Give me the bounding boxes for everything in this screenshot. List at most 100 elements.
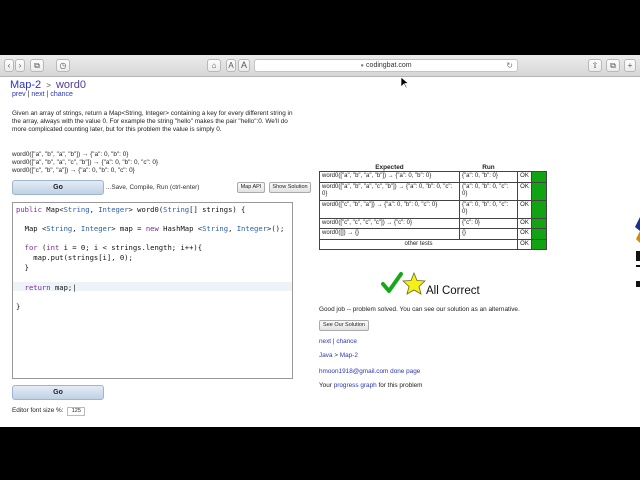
expected-cell: word0(["a", "b", "a", "b"]) → {"a": 0, "…	[319, 171, 460, 183]
show-solution-button[interactable]: Show Solution	[269, 182, 311, 193]
pass-indicator	[531, 199, 547, 219]
table-row: word0([]) → {} {} OK	[319, 228, 547, 240]
reload-icon[interactable]: ↻	[506, 60, 513, 71]
chance-link[interactable]: chance	[50, 91, 73, 98]
history-icon[interactable]: ◷	[56, 59, 70, 72]
breadcrumb: Java > Map-2	[319, 352, 358, 359]
breadcrumb-map2[interactable]: Map-2	[340, 352, 358, 359]
run-cell: {"a": 0, "b": 0, "c": 0}	[459, 181, 518, 201]
back-icon[interactable]: ‹	[4, 59, 14, 72]
pass-indicator	[531, 171, 547, 183]
problem-description: Given an array of strings, return a Map<…	[12, 110, 293, 133]
expected-cell: word0([]) → {}	[319, 228, 460, 240]
nav-separator: |	[332, 338, 335, 345]
sidebar-icon[interactable]: ⧉	[30, 59, 44, 72]
star-icon	[402, 272, 426, 295]
title-separator: >	[46, 81, 51, 90]
progress-prefix: Your	[319, 382, 334, 389]
new-tab-icon[interactable]: +	[624, 59, 636, 72]
all-correct-label: All Correct	[426, 285, 480, 297]
nav-separator: |	[27, 91, 30, 98]
browser-window: ‹ › ⧉ ◷ ⌂ A A ● codingbat.com ↻ ⇧ ⧉ + Map…	[0, 55, 640, 427]
other-tests-cell: other tests	[319, 238, 518, 250]
code-line: public Map<String, Integer> word0(String…	[16, 205, 246, 214]
expected-header: Expected	[319, 164, 460, 172]
expected-cell: word0(["a", "b", "a", "c", "b"]) → {"a":…	[319, 181, 460, 201]
pass-indicator	[531, 181, 547, 201]
run-cell: {"a": 0, "b": 0}	[459, 171, 518, 183]
progress-line: Your progress graph for this problem	[319, 382, 423, 389]
see-solution-button[interactable]: See Our Solution	[319, 320, 369, 331]
status-cell: OK	[517, 238, 532, 250]
table-row: word0(["c", "b", "a"]) → {"a": 0, "b": 0…	[319, 199, 547, 219]
results-table: Expected Run word0(["a", "b", "a", "b"])…	[319, 164, 547, 250]
code-line: Map <String, Integer> map = new HashMap …	[16, 224, 285, 233]
code-line: }	[16, 263, 29, 272]
pass-indicator	[531, 228, 547, 240]
prev-link[interactable]: prev	[12, 91, 26, 98]
run-cell: {}	[459, 228, 518, 240]
pass-indicator	[531, 238, 547, 250]
run-cell: {"c": 0}	[459, 217, 518, 229]
table-row: word0(["c", "c", "c", "c"]) → {"c": 0} {…	[319, 217, 547, 229]
examples: word0(["a", "b", "a", "b"]) → {"a": 0, "…	[12, 151, 158, 175]
font-larger-button[interactable]: A	[238, 59, 250, 72]
code-line: }	[16, 302, 21, 311]
map-api-button[interactable]: Map API	[237, 182, 265, 193]
go-button-bottom[interactable]: Go	[12, 385, 104, 400]
browser-toolbar: ‹ › ⧉ ◷ ⌂ A A ● codingbat.com ↻ ⇧ ⧉ +	[0, 55, 640, 77]
progress-suffix: for this problem	[376, 382, 423, 389]
status-cell: OK	[517, 217, 532, 229]
checkmark-icon	[381, 272, 403, 293]
expected-cell: word0(["c", "b", "a"]) → {"a": 0, "b": 0…	[319, 199, 460, 219]
address-bar[interactable]: ● codingbat.com ↻	[254, 59, 518, 72]
status-cell: OK	[517, 181, 532, 201]
chance-link-bottom[interactable]: chance	[336, 338, 357, 345]
example-line: word0(["c", "b", "a"]) → {"a": 0, "b": 0…	[12, 167, 135, 174]
good-job-message: Good job -- problem solved. You can see …	[319, 306, 520, 313]
breadcrumb-separator: >	[334, 352, 339, 359]
go-button[interactable]: Go	[12, 180, 104, 195]
problem-name: word0	[55, 79, 86, 91]
edge-partial-graphic	[635, 217, 640, 287]
next-link-bottom[interactable]: next	[319, 338, 331, 345]
code-line: for (int i = 0; i < strings.length; i++)…	[24, 243, 203, 252]
forward-icon[interactable]: ›	[15, 59, 25, 72]
next-chance-links: next | chance	[319, 338, 357, 345]
font-size-label: Editor font size %:	[12, 407, 64, 414]
status-cell: OK	[517, 228, 532, 240]
share-icon[interactable]: ⇧	[588, 59, 602, 72]
done-page-line: hmoon1918@gmail.com done page	[319, 368, 420, 375]
lock-icon: ●	[360, 63, 365, 69]
url-text: codingbat.com	[366, 62, 412, 69]
breadcrumb-java[interactable]: Java	[319, 352, 333, 359]
nav-separator: |	[46, 91, 49, 98]
font-size-input[interactable]: 125	[67, 407, 86, 416]
expected-cell: word0(["c", "c", "c", "c"]) → {"c": 0}	[319, 217, 460, 229]
table-row: other tests OK	[319, 238, 547, 250]
pass-indicator	[531, 217, 547, 229]
status-cell: OK	[517, 171, 532, 183]
table-row: word0(["a", "b", "a", "b"]) → {"a": 0, "…	[319, 171, 547, 183]
progress-graph-link[interactable]: progress graph	[334, 382, 377, 389]
run-header: Run	[459, 164, 518, 172]
font-size-row: Editor font size %: 125	[12, 407, 86, 416]
next-link[interactable]: next	[31, 91, 44, 98]
go-hint: ...Save, Compile, Run (ctrl-enter)	[106, 184, 200, 191]
problem-nav: prev | next | chance	[12, 91, 73, 98]
mouse-pointer-icon	[401, 77, 409, 89]
page-title: Map-2 > word0	[10, 79, 86, 91]
section-link[interactable]: Map-2	[10, 79, 41, 91]
font-smaller-button[interactable]: A	[226, 59, 236, 72]
code-line: return map;|	[24, 283, 77, 292]
run-cell: {"a": 0, "b": 0, "c": 0}	[459, 199, 518, 219]
table-row: word0(["a", "b", "a", "c", "b"]) → {"a":…	[319, 181, 547, 201]
example-line: word0(["a", "b", "a", "b"]) → {"a": 0, "…	[12, 151, 129, 158]
home-icon[interactable]: ⌂	[207, 59, 221, 72]
page-content: Map-2 > word0 prev | next | chance Given…	[0, 77, 640, 427]
code-line: map.put(strings[i], 0);	[16, 253, 133, 262]
done-page-link[interactable]: hmoon1918@gmail.com done page	[319, 368, 420, 375]
code-editor[interactable]: public Map<String, Integer> word0(String…	[12, 202, 293, 379]
tabs-icon[interactable]: ⧉	[606, 59, 620, 72]
example-line: word0(["a", "b", "a", "c", "b"]) → {"a":…	[12, 159, 159, 166]
